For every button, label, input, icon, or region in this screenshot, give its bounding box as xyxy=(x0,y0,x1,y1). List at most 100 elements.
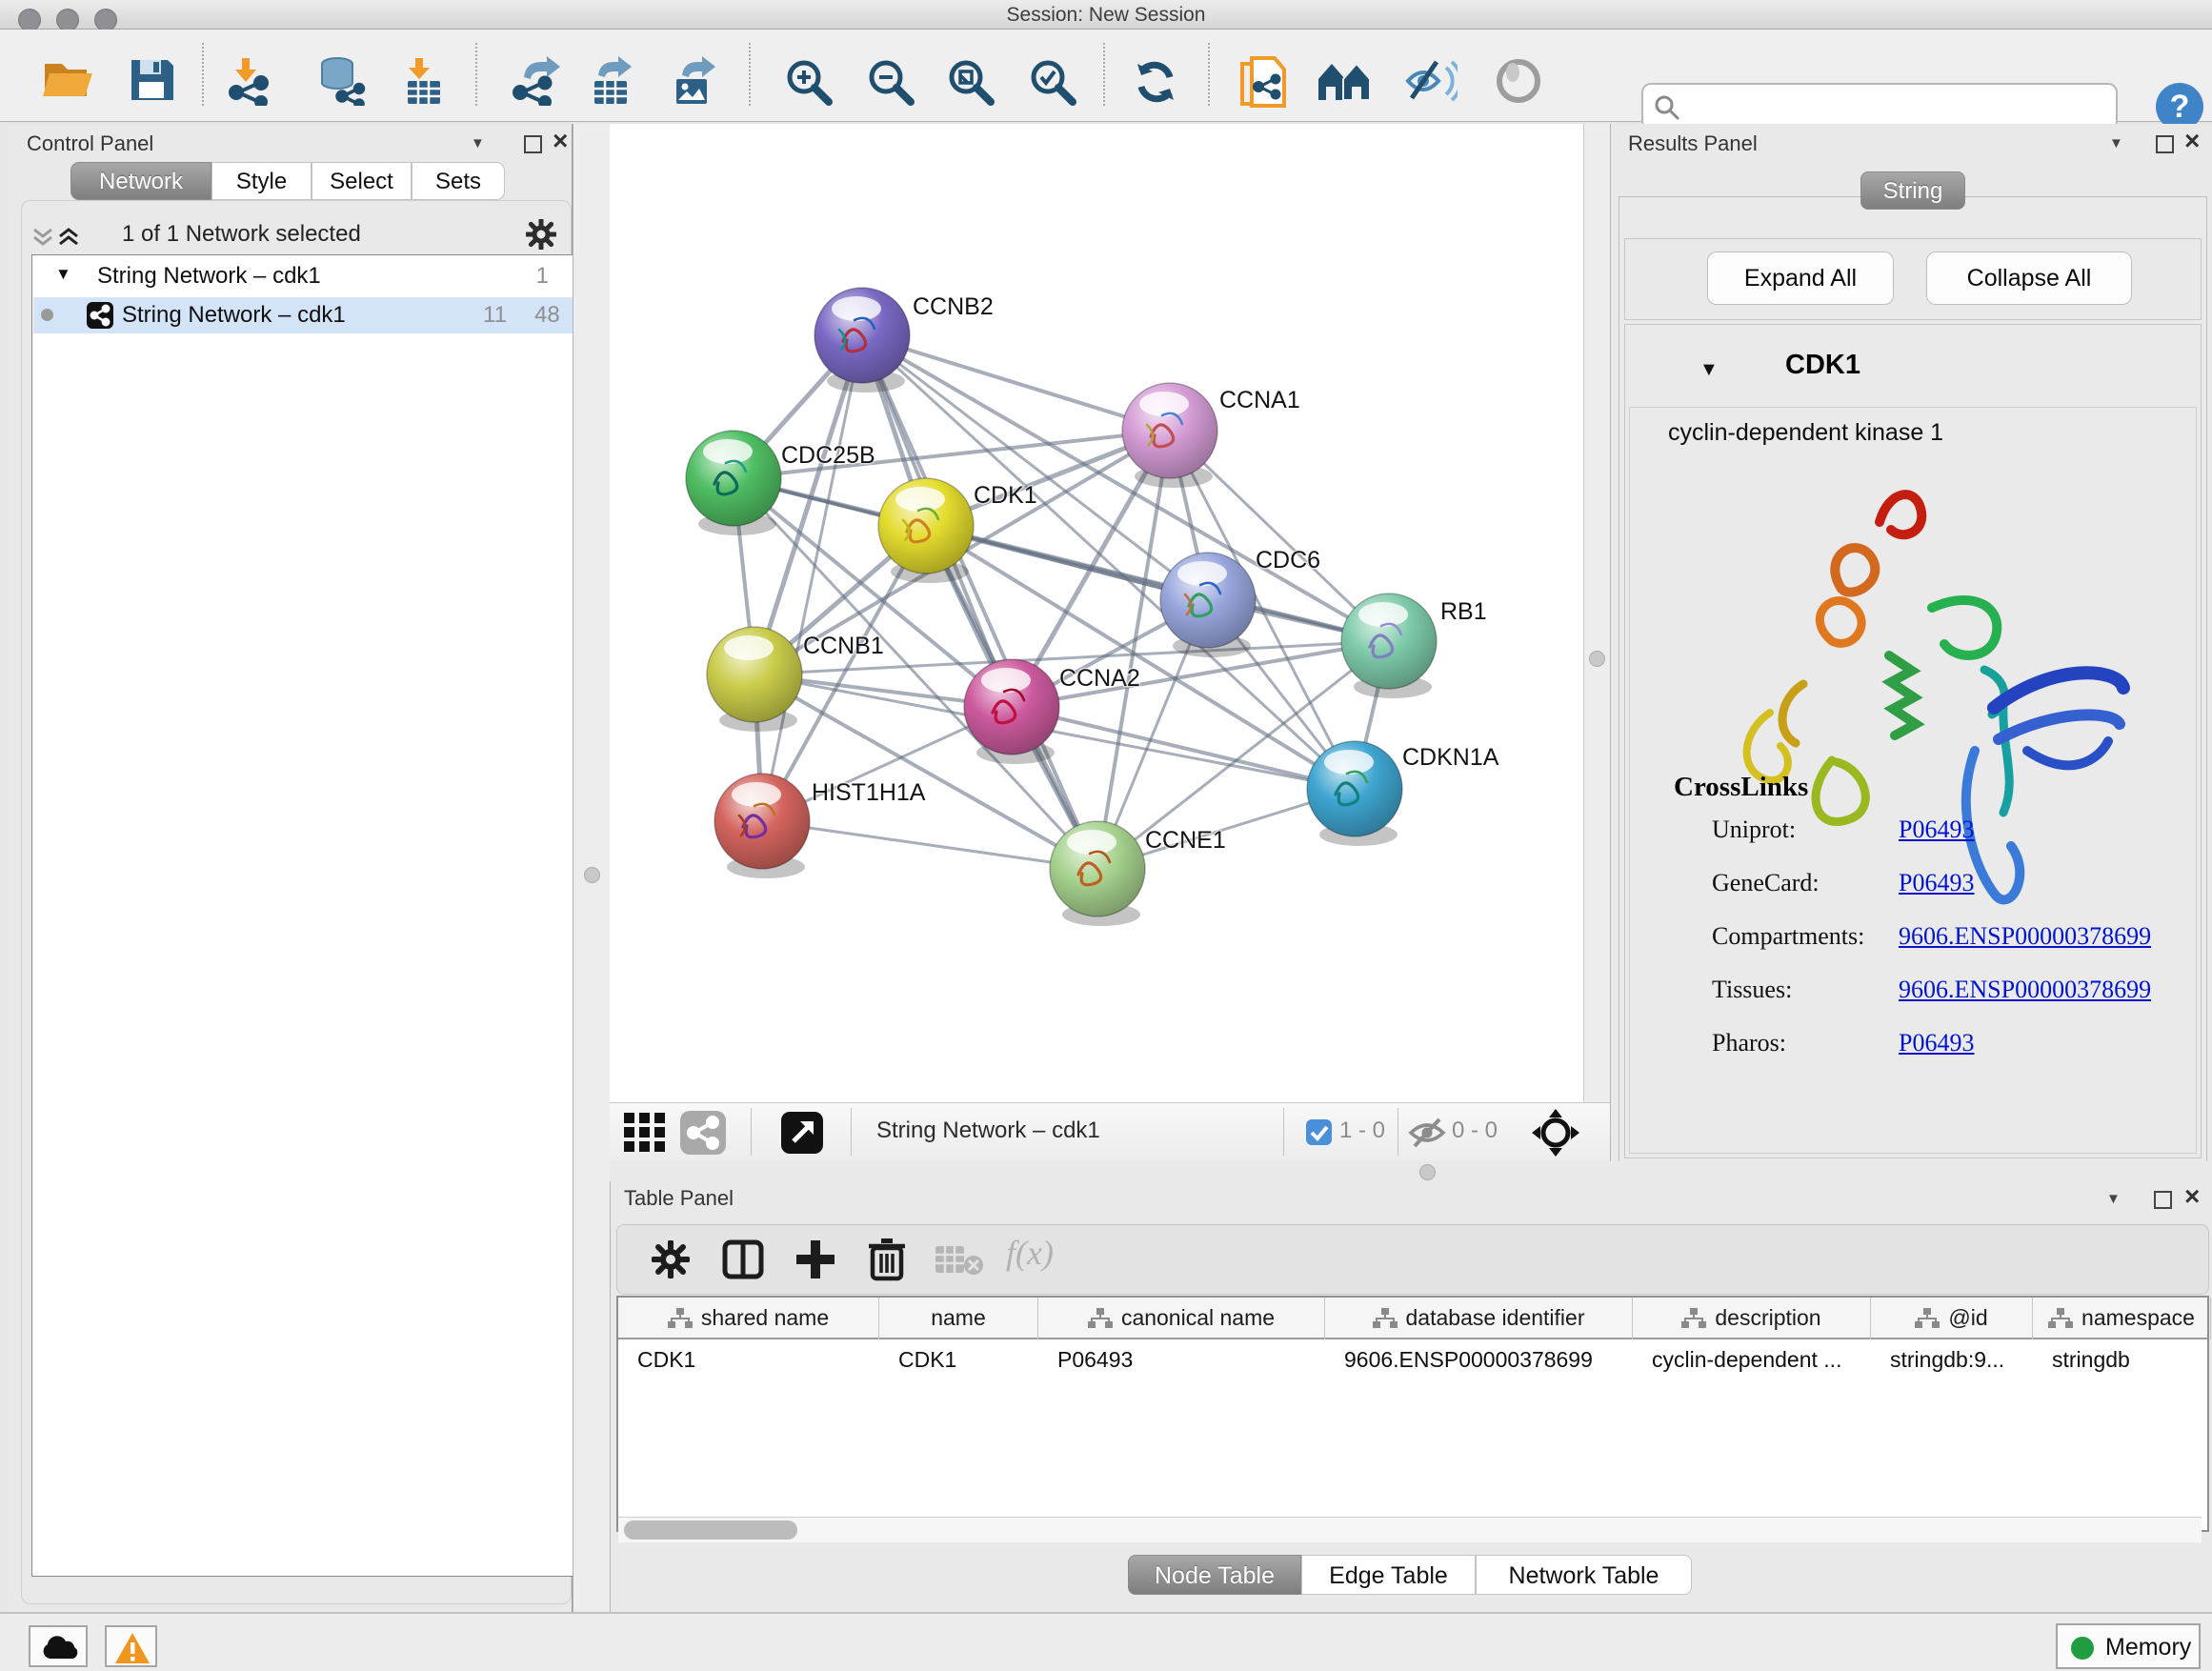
float-panel-icon[interactable] xyxy=(2154,1191,2172,1209)
tab-select[interactable]: Select xyxy=(312,162,412,200)
edge-CCNA2-CDKN1A[interactable] xyxy=(1012,707,1355,789)
column-header-name[interactable]: name xyxy=(879,1298,1038,1339)
vertical-splitter-right[interactable] xyxy=(1583,124,1611,1102)
table-cell[interactable]: cyclin-dependent ... xyxy=(1652,1347,1865,1373)
import-network-icon[interactable] xyxy=(225,56,278,106)
column-header-namespace[interactable]: namespace xyxy=(2033,1298,2211,1339)
splitter-handle[interactable] xyxy=(1419,1164,1436,1180)
node-CDK1[interactable] xyxy=(878,478,974,583)
float-panel-icon[interactable] xyxy=(2156,135,2174,153)
refresh-icon[interactable] xyxy=(1130,56,1181,108)
column-header-database-identifier[interactable]: database identifier xyxy=(1325,1298,1633,1339)
collapse-all-button[interactable]: Collapse All xyxy=(1926,252,2132,305)
panel-menu-icon[interactable]: ▼ xyxy=(2109,135,2123,151)
export-table-icon[interactable] xyxy=(585,56,638,106)
edge-HIST1H1A-CCNE1[interactable] xyxy=(762,821,1097,869)
tab-sets[interactable]: Sets xyxy=(412,162,505,200)
expand-all-icon[interactable] xyxy=(57,227,80,248)
delete-column-trash-icon[interactable] xyxy=(867,1237,907,1282)
node-table[interactable]: shared namenamecanonical namedatabase id… xyxy=(616,1296,2209,1532)
table-cell[interactable]: 9606.ENSP00000378699 xyxy=(1344,1347,1627,1373)
node-CCNB1[interactable] xyxy=(707,627,802,732)
collapse-section-icon[interactable]: ▼ xyxy=(1699,359,1719,381)
tab-network[interactable]: Network xyxy=(70,162,211,200)
node-CDC6[interactable] xyxy=(1160,553,1256,657)
import-database-icon[interactable] xyxy=(314,56,368,106)
crosslink-link[interactable]: P06493 xyxy=(1899,815,1974,844)
column-header-canonical-name[interactable]: canonical name xyxy=(1038,1298,1325,1339)
edge-CCNB2-HIST1H1A[interactable] xyxy=(762,335,862,821)
birds-eye-view-icon[interactable] xyxy=(623,1112,667,1154)
node-CDKN1A[interactable] xyxy=(1307,741,1402,846)
close-panel-icon[interactable]: × xyxy=(553,126,568,156)
close-panel-icon[interactable]: × xyxy=(2184,126,2200,156)
show-columns-icon[interactable] xyxy=(722,1238,764,1280)
table-cell[interactable]: stringdb:9... xyxy=(1890,1347,2027,1373)
tab-string[interactable]: String xyxy=(1860,171,1965,210)
warnings-button[interactable] xyxy=(105,1625,157,1667)
zoom-selected-icon[interactable] xyxy=(1027,56,1078,108)
table-cell[interactable]: CDK1 xyxy=(898,1347,1033,1373)
share-document-icon[interactable] xyxy=(1238,56,1290,110)
table-settings-gear-icon[interactable] xyxy=(652,1240,690,1278)
vertical-splitter-left[interactable] xyxy=(573,124,611,1612)
add-column-icon[interactable] xyxy=(794,1238,836,1280)
network-row-selected[interactable]: String Network – cdk1 11 48 xyxy=(33,297,574,333)
node-HIST1H1A[interactable] xyxy=(714,774,810,878)
node-CDC25B[interactable] xyxy=(686,431,781,535)
close-panel-icon[interactable]: × xyxy=(2184,1181,2200,1212)
hidden-eye-slash-icon[interactable] xyxy=(1408,1117,1446,1149)
zoom-in-icon[interactable] xyxy=(783,56,835,108)
fit-content-crosshair-icon[interactable] xyxy=(1532,1109,1579,1157)
save-session-icon[interactable] xyxy=(128,56,175,102)
table-cell[interactable]: P06493 xyxy=(1057,1347,1319,1373)
float-panel-icon[interactable] xyxy=(524,135,542,153)
network-graph[interactable]: CCNB2CCNA1CDC25BCDK1CDC6RB1CCNB1CCNA2CDK… xyxy=(610,124,1608,1102)
string-view-icon[interactable] xyxy=(680,1111,726,1155)
tab-network-table[interactable]: Network Table xyxy=(1476,1555,1692,1595)
open-in-window-icon[interactable] xyxy=(781,1110,823,1156)
sphere-icon[interactable] xyxy=(1494,56,1543,106)
column-header-shared-name[interactable]: shared name xyxy=(618,1298,879,1339)
splitter-handle[interactable] xyxy=(584,867,600,883)
collapse-icon[interactable]: ▼ xyxy=(55,265,71,284)
selected-checkbox-icon[interactable] xyxy=(1306,1119,1332,1145)
crosslink-link[interactable]: 9606.ENSP00000378699 xyxy=(1899,922,2151,951)
tab-style[interactable]: Style xyxy=(211,162,312,200)
node-CCNA2[interactable] xyxy=(964,659,1059,764)
crosslink-link[interactable]: P06493 xyxy=(1899,1029,1974,1057)
node-CCNB2[interactable] xyxy=(814,288,910,393)
gear-icon[interactable] xyxy=(526,219,556,250)
scrollbar-thumb[interactable] xyxy=(624,1520,797,1540)
collapse-all-icon[interactable] xyxy=(31,227,54,248)
tab-node-table[interactable]: Node Table xyxy=(1128,1555,1301,1595)
horizontal-splitter[interactable] xyxy=(610,1161,2212,1181)
column-header--id[interactable]: @id xyxy=(1871,1298,2033,1339)
zoom-out-icon[interactable] xyxy=(865,56,916,108)
table-cell[interactable]: CDK1 xyxy=(637,1347,874,1373)
node-RB1[interactable] xyxy=(1341,594,1437,698)
horizontal-scrollbar[interactable] xyxy=(618,1517,2202,1542)
crosslink-link[interactable]: 9606.ENSP00000378699 xyxy=(1899,976,2151,1004)
splitter-handle[interactable] xyxy=(1589,651,1605,667)
cloud-status-button[interactable] xyxy=(29,1625,88,1667)
open-session-icon[interactable] xyxy=(42,56,95,102)
panel-menu-icon[interactable]: ▼ xyxy=(2106,1191,2121,1207)
show-hide-icon[interactable] xyxy=(1404,56,1458,106)
expand-all-button[interactable]: Expand All xyxy=(1707,252,1894,305)
column-header-description[interactable]: description xyxy=(1633,1298,1871,1339)
crosslink-link[interactable]: P06493 xyxy=(1899,869,1974,897)
network-canvas[interactable]: CCNB2CCNA1CDC25BCDK1CDC6RB1CCNB1CCNA2CDK… xyxy=(610,124,1608,1102)
import-table-icon[interactable] xyxy=(398,56,448,106)
panel-menu-icon[interactable]: ▼ xyxy=(471,135,485,151)
zoom-fit-icon[interactable] xyxy=(945,56,996,108)
node-CCNE1[interactable] xyxy=(1050,821,1145,926)
homes-icon[interactable] xyxy=(1317,56,1372,104)
export-image-icon[interactable] xyxy=(667,56,720,106)
node-CCNA1[interactable] xyxy=(1122,383,1217,488)
memory-button[interactable]: Memory xyxy=(2056,1623,2201,1669)
network-collection-row[interactable]: ▼ String Network – cdk1 1 xyxy=(32,261,575,295)
table-cell[interactable]: stringdb xyxy=(2052,1347,2205,1373)
tab-edge-table[interactable]: Edge Table xyxy=(1301,1555,1476,1595)
export-network-icon[interactable] xyxy=(511,56,564,106)
